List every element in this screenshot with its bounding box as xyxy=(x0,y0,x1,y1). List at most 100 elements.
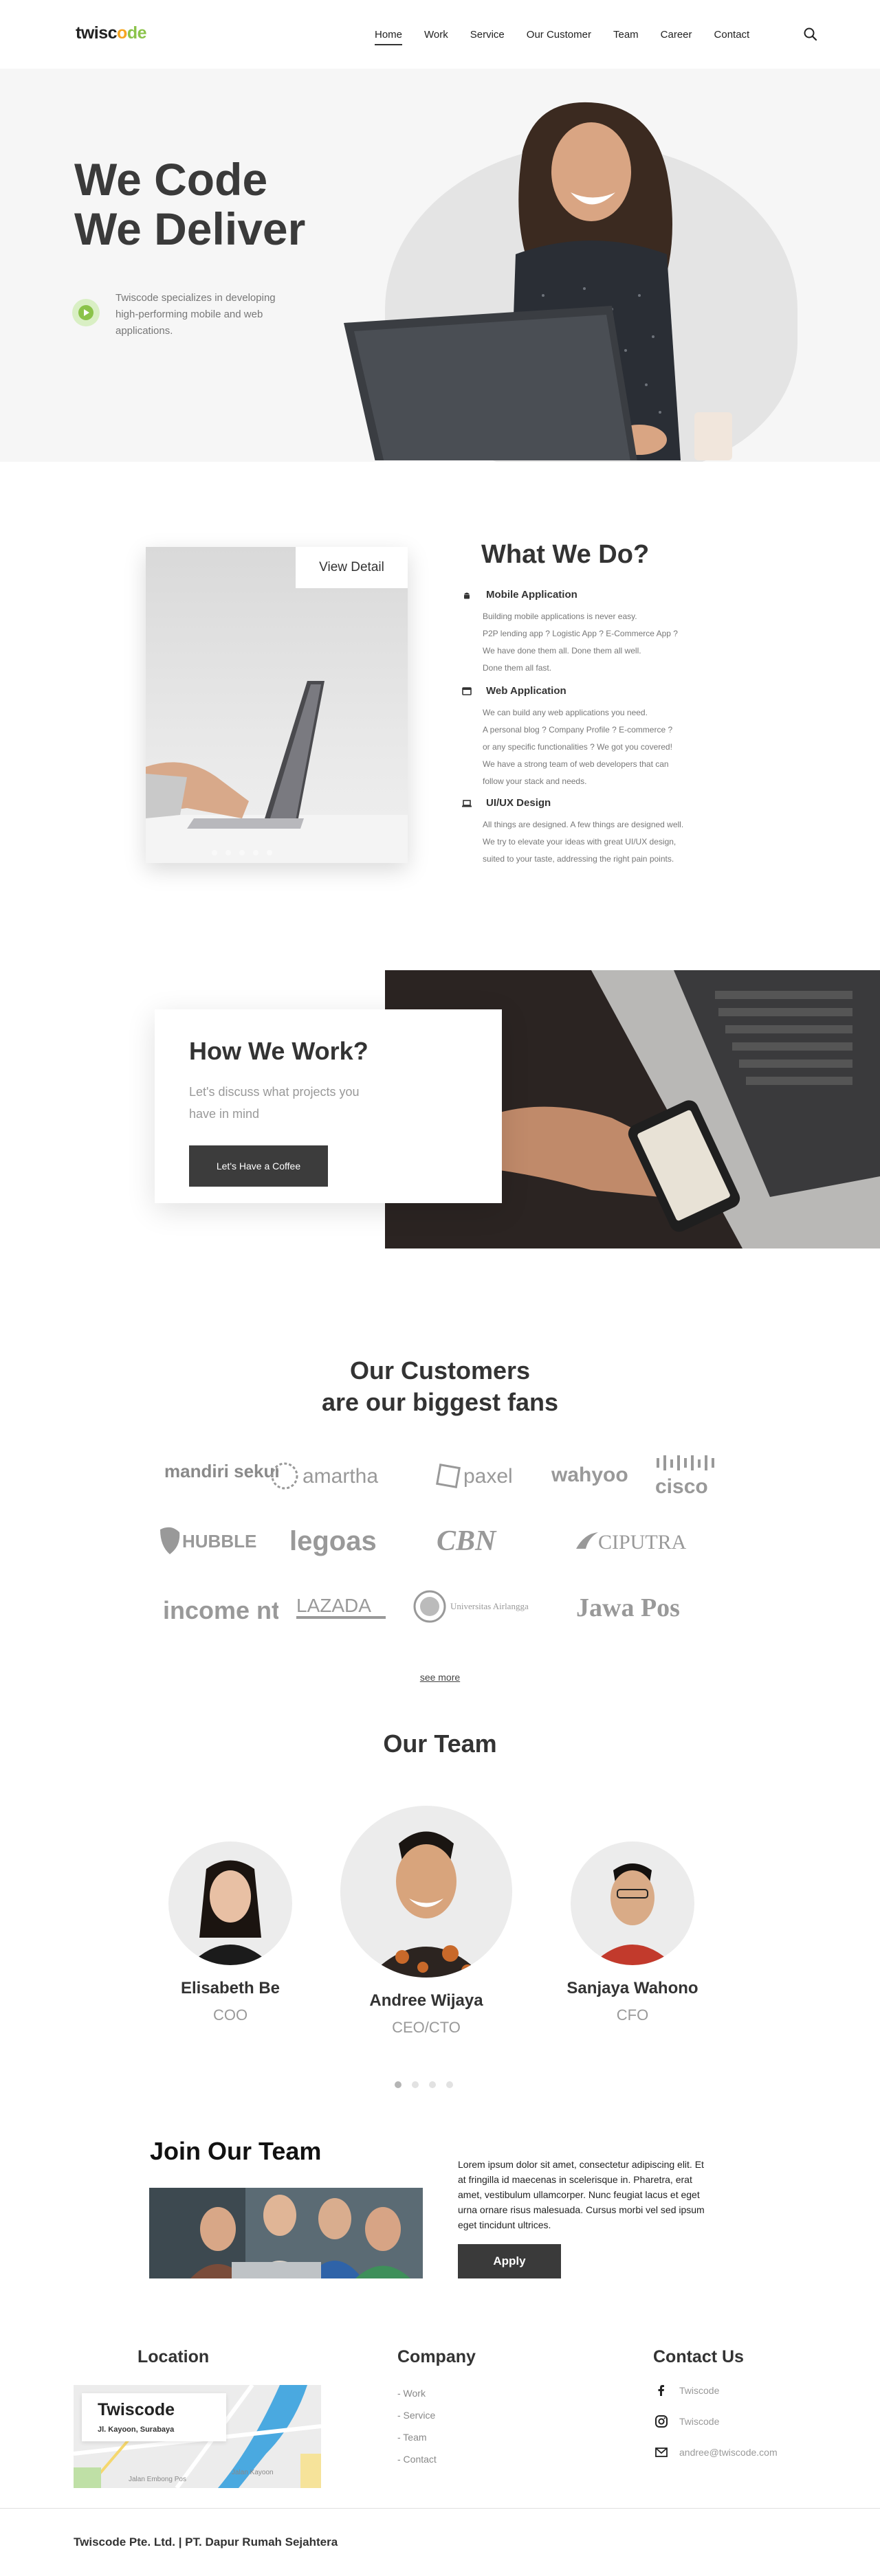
laptop-icon xyxy=(462,800,472,807)
member-role: CEO/CTO xyxy=(392,2019,461,2036)
nav-contact[interactable]: Contact xyxy=(714,29,750,45)
how-we-work-card: How We Work? Let's discuss what projects… xyxy=(155,1009,502,1203)
member-name: Sanjaya Wahono xyxy=(566,1979,698,1997)
carousel-dot[interactable] xyxy=(412,2081,419,2088)
hero-title-line1: We Code xyxy=(74,154,268,205)
contact-text: andree@twiscode.com xyxy=(679,2447,778,2458)
logo-label: CIPUTRA xyxy=(598,1531,687,1554)
hero-title: We Code We Deliver xyxy=(74,155,305,254)
main-nav: Home Work Service Our Customer Team Care… xyxy=(375,29,771,45)
location-map[interactable]: Jalan Embong Pos Jalan Kayoon Twiscode J… xyxy=(74,2385,321,2488)
map-street-label: Jalan Embong Pos xyxy=(129,2476,186,2483)
service-description: All things are designed. A few things ar… xyxy=(483,820,684,864)
contact-text: Twiscode xyxy=(679,2385,720,2396)
logo-text-part2: o xyxy=(117,23,127,43)
what-we-do-title: What We Do? xyxy=(481,540,650,569)
hero-person-laptop-image xyxy=(344,102,732,460)
browser-window-icon xyxy=(462,687,472,695)
service-title: Mobile Application xyxy=(486,589,578,601)
android-icon xyxy=(464,592,470,599)
page-root: twiscode Home Work Service Our Customer … xyxy=(0,0,880,2576)
member-name: Andree Wijaya xyxy=(369,1991,483,2010)
hero-description: Twiscode specializes in developing high-… xyxy=(116,292,276,337)
lets-have-a-coffee-button[interactable]: Let's Have a Coffee xyxy=(189,1145,328,1187)
team-member-andree[interactable]: Andree Wijaya CEO/CTO xyxy=(335,1806,518,2037)
company-heading: Company xyxy=(397,2347,476,2366)
customer-logo-ciputra: CIPUTRA xyxy=(571,1520,694,1561)
footer-link-contact[interactable]: - Contact xyxy=(397,2454,437,2465)
customer-logo-legoas: legoas xyxy=(285,1520,409,1561)
logo-label: mandiri sekuritas xyxy=(164,1461,278,1481)
map-place-address: Jl. Kayoon, Surabaya xyxy=(98,2426,175,2434)
twiscode-logo[interactable]: twiscode xyxy=(76,23,147,43)
customers-title-line1: Our Customers xyxy=(349,1356,531,1385)
nav-service[interactable]: Service xyxy=(470,29,505,45)
play-icon xyxy=(84,309,89,316)
view-detail-button[interactable]: View Detail xyxy=(296,547,408,588)
customer-logo-cbn: CBN xyxy=(423,1520,547,1561)
play-video-button[interactable] xyxy=(72,299,100,326)
member-role: COO xyxy=(212,2006,248,2024)
service-title: UI/UX Design xyxy=(486,797,551,809)
logo-label: HUBBLE xyxy=(182,1531,256,1552)
copyright-text: Twiscode Pte. Ltd. | PT. Dapur Rumah Sej… xyxy=(74,2535,338,2549)
search-icon[interactable] xyxy=(803,27,818,42)
logo-label: cisco xyxy=(655,1475,708,1497)
map-info-card: Twiscode Jl. Kayoon, Surabaya xyxy=(82,2393,226,2441)
mail-icon xyxy=(655,2448,668,2457)
team-member-sanjaya[interactable]: Sanjaya Wahono CFO xyxy=(553,1841,712,2024)
customer-logo-jawa-pos: Jawa Pos xyxy=(571,1586,694,1627)
nav-home[interactable]: Home xyxy=(375,29,403,45)
customers-title: Our Customers are our biggest fans xyxy=(0,1355,880,1418)
contact-text: Twiscode xyxy=(679,2416,720,2427)
team-carousel-dots xyxy=(395,2081,463,2088)
logo-label: amartha xyxy=(302,1465,378,1488)
avatar xyxy=(340,1806,512,1978)
join-description: Lorem ipsum dolor sit amet, consectetur … xyxy=(458,2159,705,2230)
nav-career[interactable]: Career xyxy=(661,29,692,45)
avatar xyxy=(168,1841,292,1965)
nav-work[interactable]: Work xyxy=(424,29,448,45)
logo-label: income ntuc xyxy=(163,1596,278,1624)
laptop-typing-illustration xyxy=(146,681,408,863)
member-name: Elisabeth Be xyxy=(180,1979,280,1997)
carousel-dot[interactable] xyxy=(429,2081,436,2088)
logo-label: Universitas Airlangga xyxy=(450,1601,529,1611)
logo-label: wahyoo xyxy=(551,1464,628,1486)
logo-label: Jawa Pos xyxy=(576,1593,680,1622)
footer-link-team[interactable]: - Team xyxy=(397,2432,427,2443)
service-title: Web Application xyxy=(486,685,566,697)
nav-our-customer[interactable]: Our Customer xyxy=(527,29,591,45)
customer-logo-hubble: HUBBLE xyxy=(155,1520,278,1561)
footer-link-service[interactable]: - Service xyxy=(397,2410,435,2421)
carousel-dot[interactable] xyxy=(395,2081,402,2088)
hero-section: We Code We Deliver Twiscode specializes … xyxy=(0,69,880,462)
logo-label: CBN xyxy=(437,1525,497,1557)
customer-logo-cisco: cisco xyxy=(636,1455,760,1498)
service-description: We can build any web applications you ne… xyxy=(483,708,673,786)
apply-button[interactable]: Apply xyxy=(458,2244,561,2278)
team-member-elisabeth[interactable]: Elisabeth Be COO xyxy=(162,1841,299,2024)
join-team-image xyxy=(149,2188,423,2278)
see-more-link[interactable]: see more xyxy=(0,1672,880,1683)
site-header: twiscode Home Work Service Our Customer … xyxy=(0,0,880,69)
facebook-icon xyxy=(658,2385,664,2396)
logo-label: paxel xyxy=(463,1465,513,1488)
customer-logo-universitas-airlangga: Universitas Airlangga xyxy=(409,1586,533,1627)
hero-title-line2: We Deliver xyxy=(74,203,306,254)
join-our-team-title: Join Our Team xyxy=(150,2137,322,2165)
nav-team[interactable]: Team xyxy=(613,29,639,45)
footer-link-work[interactable]: - Work xyxy=(397,2388,426,2399)
team-working-illustration xyxy=(149,2188,423,2278)
carousel-dot[interactable] xyxy=(446,2081,453,2088)
map-street-label: Jalan Kayoon xyxy=(232,2469,274,2476)
customer-logo-income-ntuc: income ntuc xyxy=(155,1586,309,1627)
location-heading: Location xyxy=(138,2347,210,2366)
customer-logo-mandiri-sekuritas: mandiri sekuritas xyxy=(155,1455,312,1497)
what-we-do-image xyxy=(146,547,408,863)
team-title: Our Team xyxy=(383,1729,497,1758)
member-role: CFO xyxy=(616,2006,649,2024)
logo-label: LAZADA xyxy=(296,1595,371,1616)
customers-title-line2: are our biggest fans xyxy=(321,1388,559,1416)
avatar xyxy=(571,1841,694,1965)
